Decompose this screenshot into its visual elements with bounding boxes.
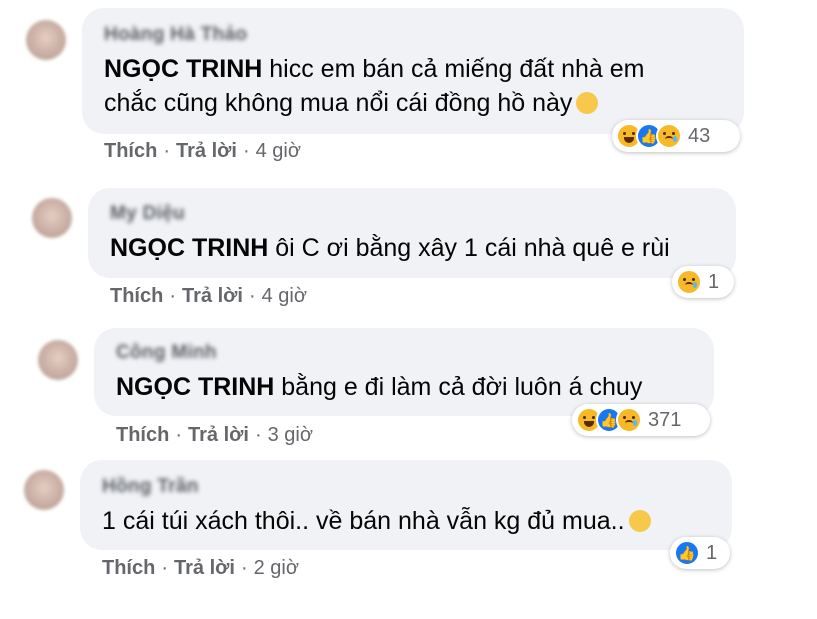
comment-text-line: ôi C ơi bằng xây 1 cái nhà quê e rùi [268, 234, 670, 262]
reaction-count: 371 [648, 408, 682, 431]
comment-author[interactable]: My Diệu [110, 203, 185, 225]
avatar[interactable] [38, 340, 78, 380]
reaction-count: 1 [706, 541, 718, 564]
separator: · [175, 424, 183, 446]
comment-time[interactable]: 3 giờ [268, 424, 313, 446]
sad-icon [616, 407, 642, 433]
avatar[interactable] [32, 198, 72, 238]
avatar[interactable] [24, 470, 64, 510]
comment-text-line: hicc em bán cả miếng đất nhà em [262, 55, 645, 83]
mention-link[interactable]: NGỌC TRINH [104, 55, 262, 83]
comment-actions: Thích · Trả lời · 4 giờ [110, 285, 307, 308]
separator: · [248, 285, 256, 307]
separator: · [242, 140, 250, 162]
separator: · [254, 424, 262, 446]
comment-author[interactable]: Hoàng Hà Thảo [104, 24, 247, 46]
comment-text-line: 1 cái túi xách thôi.. về bán nhà vẫn kg … [102, 507, 625, 535]
separator: · [161, 557, 169, 579]
laughing-crying-emoji-icon [576, 92, 599, 114]
like-icon: 👍 [674, 540, 700, 566]
reaction-summary[interactable]: 👍 371 [572, 404, 710, 436]
like-button[interactable]: Thích [116, 424, 169, 446]
weary-face-emoji-icon [628, 510, 651, 532]
reply-button[interactable]: Trả lời [174, 557, 235, 579]
reaction-summary[interactable]: 👍 1 [670, 537, 730, 569]
comment-actions: Thích · Trả lời · 4 giờ [104, 140, 301, 163]
reaction-summary[interactable]: 1 [672, 266, 734, 298]
comment-author[interactable]: Công Minh [116, 342, 217, 364]
comment-actions: Thích · Trả lời · 3 giờ [116, 424, 313, 447]
comment-author[interactable]: Hồng Trần [102, 476, 199, 498]
reaction-count: 43 [688, 124, 711, 147]
like-button[interactable]: Thích [102, 557, 155, 579]
reply-button[interactable]: Trả lời [182, 285, 243, 307]
separator: · [163, 140, 171, 162]
comment-text: chắc cũng không mua nổi cái đồng hồ này [104, 86, 599, 121]
reply-button[interactable]: Trả lời [176, 140, 237, 162]
reaction-count: 1 [708, 270, 720, 293]
separator: · [169, 285, 177, 307]
avatar[interactable] [26, 20, 66, 60]
separator: · [240, 557, 248, 579]
reply-button[interactable]: Trả lời [188, 424, 249, 446]
sad-icon [676, 269, 702, 295]
comment-actions: Thích · Trả lời · 2 giờ [102, 557, 299, 580]
comment-time[interactable]: 2 giờ [254, 557, 299, 579]
like-button[interactable]: Thích [104, 140, 157, 162]
sad-icon [656, 123, 682, 149]
comment-text: 1 cái túi xách thôi.. về bán nhà vẫn kg … [102, 504, 651, 539]
comment-text: NGỌC TRINH hicc em bán cả miếng đất nhà … [104, 52, 644, 87]
comment-text-line: bằng e đi làm cả đời luôn á chuy [274, 373, 643, 401]
comment-time[interactable]: 4 giờ [262, 285, 307, 307]
like-button[interactable]: Thích [110, 285, 163, 307]
mention-link[interactable]: NGỌC TRINH [110, 234, 268, 262]
comment-text-line: chắc cũng không mua nổi cái đồng hồ này [104, 89, 573, 117]
comment-time[interactable]: 4 giờ [256, 140, 301, 162]
mention-link[interactable]: NGỌC TRINH [116, 373, 274, 401]
comment-text: NGỌC TRINH bằng e đi làm cả đời luôn á c… [116, 370, 642, 405]
comment-text: NGỌC TRINH ôi C ơi bằng xây 1 cái nhà qu… [110, 231, 670, 266]
reaction-summary[interactable]: 👍 43 [612, 120, 740, 152]
